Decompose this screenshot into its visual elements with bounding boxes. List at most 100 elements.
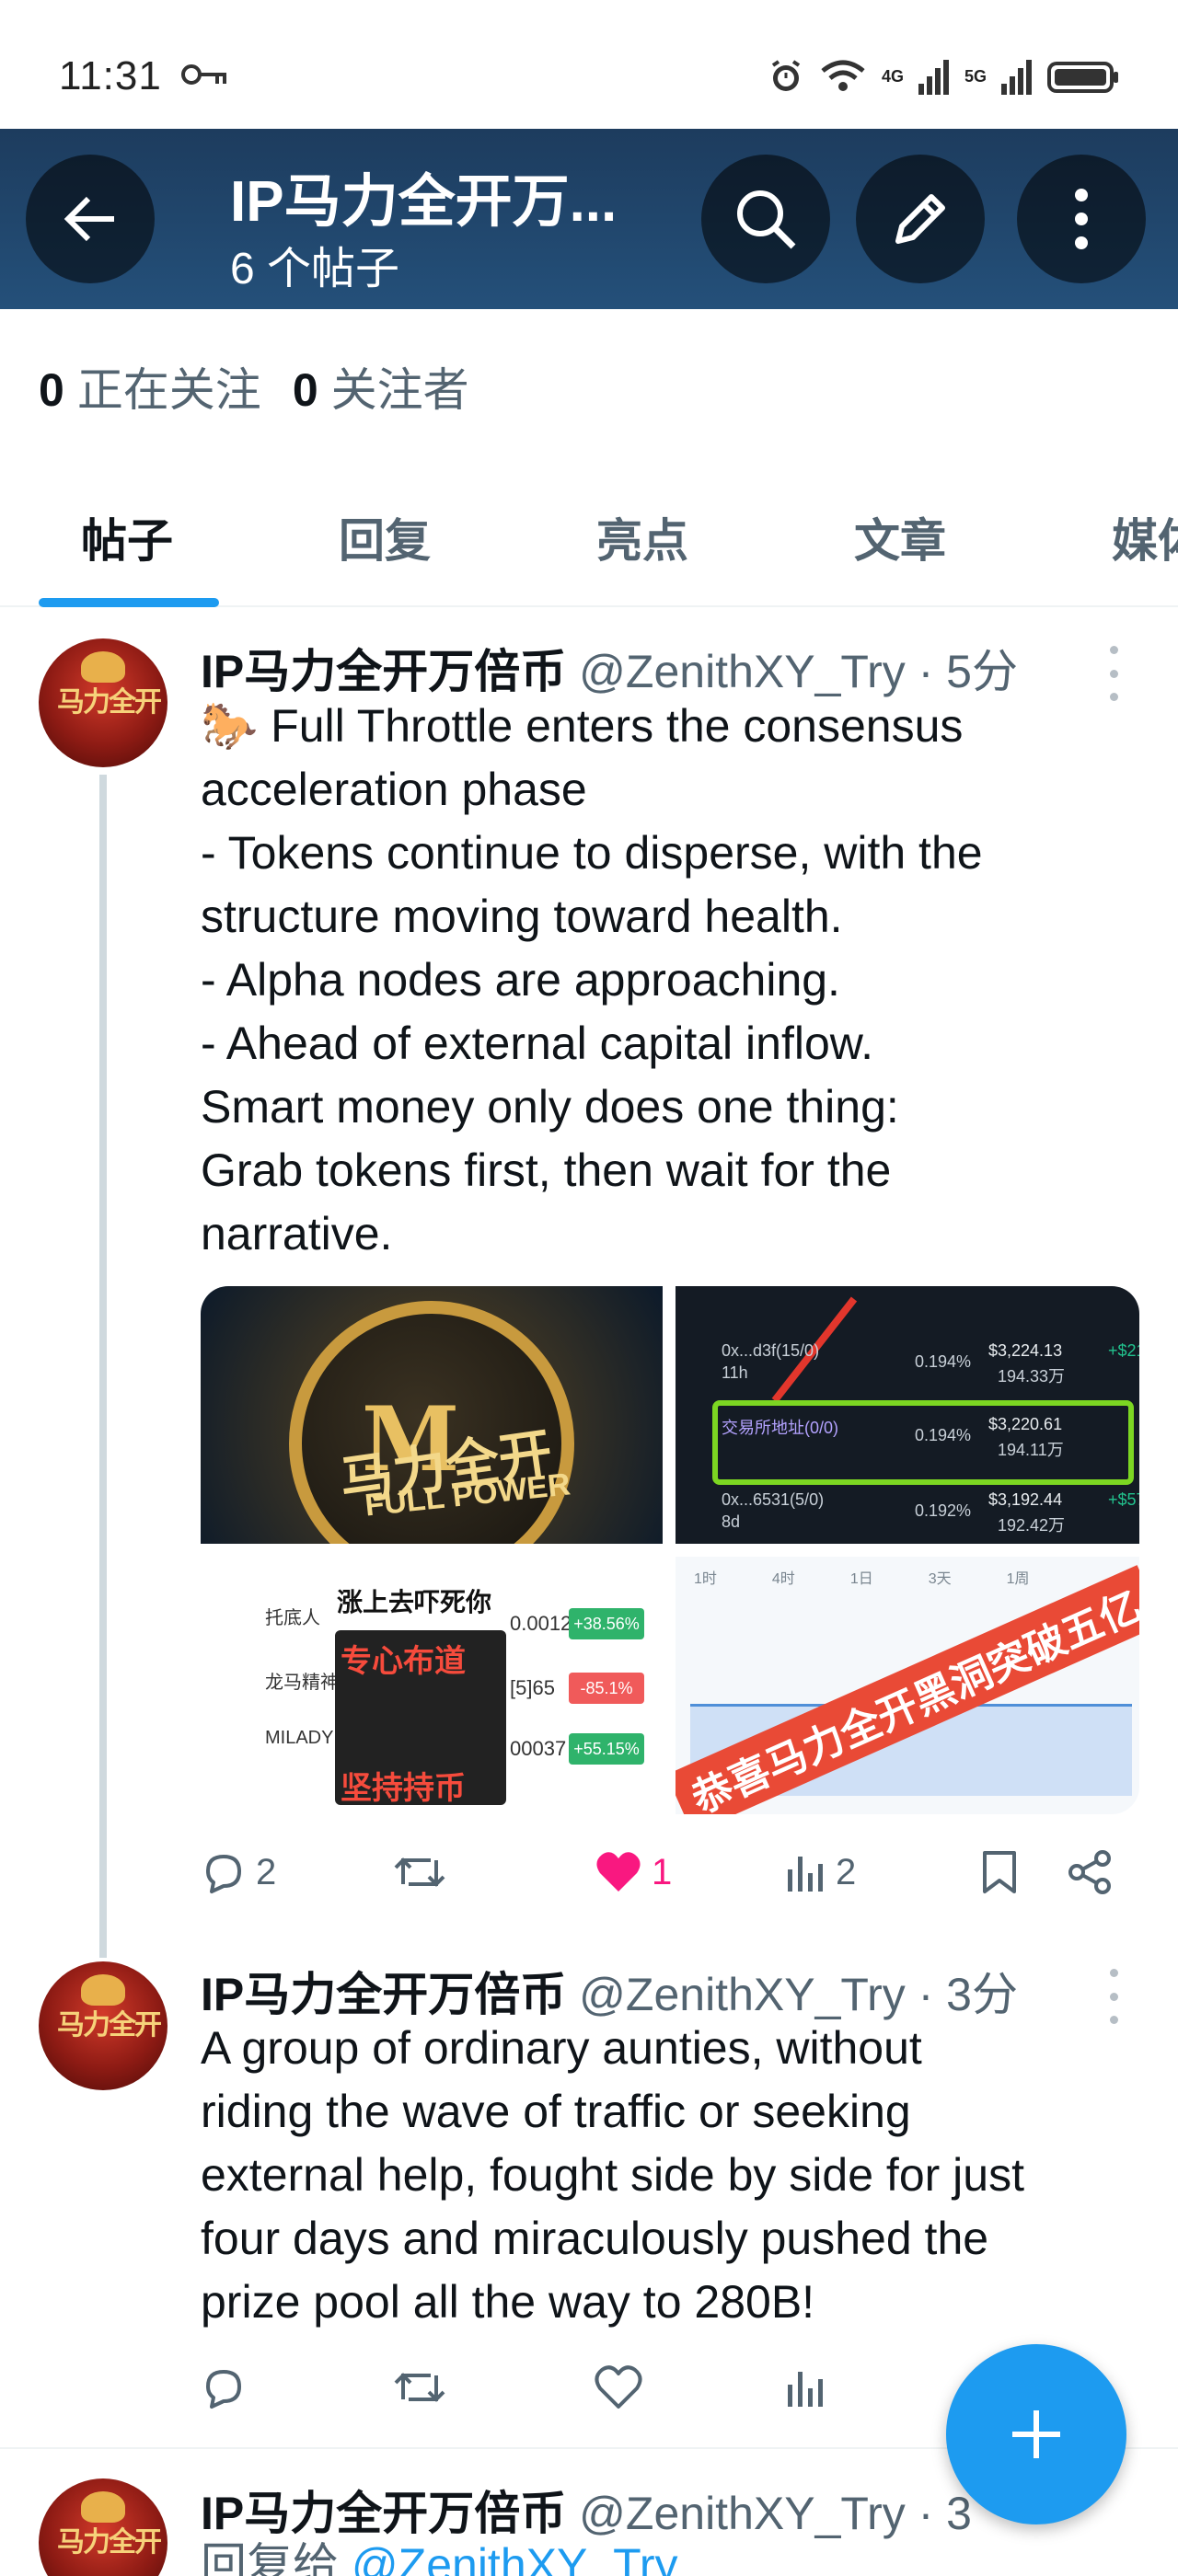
share-icon — [1068, 1850, 1111, 1894]
post-meta: IP马力全开万倍币 @ZenithXY_Try · 3分 — [201, 1958, 1018, 2024]
tab-media[interactable]: 媒体 — [1112, 504, 1178, 570]
pencil-icon — [895, 194, 945, 244]
author-name[interactable]: IP马力全开万倍币 — [201, 646, 566, 697]
horse-logo-icon — [81, 2491, 125, 2523]
post-time: · 3分 — [918, 1969, 1018, 2020]
reply-button[interactable] — [201, 2355, 247, 2420]
reply-to-label: 回复给 — [201, 2539, 339, 2576]
battery-icon — [1047, 58, 1121, 95]
repost-button[interactable] — [394, 1840, 445, 1904]
post-line: riding the wave of traffic or seeking — [201, 2086, 911, 2137]
signal-icon-2 — [1001, 58, 1033, 95]
more-options-button[interactable] — [1017, 155, 1146, 283]
sticker-caption: 涨上去吓死你 — [337, 1582, 492, 1619]
back-arrow-icon — [64, 196, 114, 242]
reply-to-handle-link[interactable]: @ZenithXY_Try — [352, 2539, 678, 2576]
views-button[interactable] — [786, 2355, 826, 2420]
repost-button[interactable] — [394, 2355, 445, 2420]
followers-count: 0 — [292, 364, 318, 416]
post-line: external help, fought side by side for j… — [201, 2149, 1024, 2201]
media-image-token-list[interactable]: 托底人 0.0012 +38.56% 龙马精神 [5]65 -85.1% MIL… — [201, 1557, 663, 1814]
holder-chg: +$21 — [1108, 1341, 1139, 1360]
avatar[interactable]: 马力全开 — [39, 638, 167, 767]
thread-line — [99, 775, 107, 1958]
more-vertical-icon — [1075, 189, 1088, 249]
avatar[interactable]: 马力全开 — [39, 1961, 167, 2090]
wifi-icon — [819, 58, 867, 95]
holder-sub: 194.33万 — [998, 1367, 1066, 1386]
search-icon — [737, 190, 796, 249]
tab-posts[interactable]: 帖子 — [81, 504, 173, 570]
active-tab-indicator — [39, 598, 219, 607]
signal-icon — [918, 58, 950, 95]
post-text: 🐎 Full Throttle enters the consensus acc… — [201, 695, 1130, 1266]
bookmark-button[interactable] — [981, 1840, 1018, 1904]
reply-to-line: 回复给 @ZenithXY_Try — [201, 2528, 677, 2576]
token-change: +55.15% — [569, 1733, 644, 1765]
post-line: - Tokens continue to disperse, with the — [201, 827, 983, 879]
reply-count: 2 — [256, 1851, 277, 1892]
tab-replies[interactable]: 回复 — [339, 504, 431, 570]
holder-pct: 0.192% — [915, 1501, 972, 1520]
media-image-holders[interactable]: 0x...d3f(15/0) 11h 0.194% $3,224.13 194.… — [676, 1286, 1139, 1544]
author-name[interactable]: IP马力全开万倍币 — [201, 1969, 566, 2020]
reply-button[interactable]: 2 — [201, 1840, 276, 1904]
views-button[interactable]: 2 — [786, 1840, 856, 1904]
status-bar: 11:31 4G 5G — [0, 0, 1178, 129]
views-chart-icon — [788, 2372, 823, 2407]
like-button[interactable]: 1 — [595, 1840, 672, 1904]
status-time: 11:31 — [59, 53, 162, 98]
media-grid: M 马力全开 FULL POWER 0x...d3f(15/0) 11h 0.1… — [201, 1286, 1139, 1814]
following-count: 0 — [39, 364, 64, 416]
following-label: 正在关注 — [76, 364, 261, 416]
holder-age: 11h — [722, 1363, 748, 1382]
page-title: IP马力全开万... — [230, 170, 618, 234]
tab-articles[interactable]: 文章 — [854, 504, 946, 570]
chart-tab: 1时 — [694, 1571, 717, 1587]
token-change: +38.56% — [569, 1608, 644, 1639]
share-button[interactable] — [1068, 1840, 1114, 1904]
holder-usd: $3,220.61 — [988, 1415, 1063, 1433]
like-button[interactable] — [595, 2355, 642, 2420]
back-button[interactable] — [26, 155, 155, 283]
reply-icon — [206, 2370, 241, 2409]
post-more-icon[interactable] — [1103, 1969, 1125, 2024]
followers-link[interactable]: 0 关注者 — [293, 353, 469, 420]
following-link[interactable]: 0 正在关注 — [39, 353, 261, 420]
post-count: 6 个帖子 — [230, 245, 400, 293]
holder-usd: $3,192.44 — [988, 1490, 1063, 1509]
media-image-coin[interactable]: M 马力全开 FULL POWER — [201, 1286, 663, 1544]
author-handle[interactable]: @ZenithXY_Try — [579, 1969, 906, 2020]
follow-stats: 0 正在关注 0 关注者 — [39, 353, 469, 420]
post-line: four days and miraculously pushed the — [201, 2213, 989, 2264]
views-chart-icon — [788, 1857, 823, 1892]
heart-filled-icon — [596, 1852, 641, 1892]
sticker-top-text: 专心布道 — [341, 1644, 466, 1679]
profile-header: IP马力全开万... 6 个帖子 — [0, 129, 1178, 309]
holder-pct: 0.194% — [915, 1352, 972, 1371]
search-button[interactable] — [701, 155, 830, 283]
post-more-icon[interactable] — [1103, 646, 1125, 701]
chart-tabs: 1时 4时 1日 3天 1周 — [694, 1566, 1030, 1588]
avatar[interactable]: 马力全开 — [39, 2478, 167, 2576]
chart-tab: 1周 — [1006, 1571, 1030, 1587]
author-handle[interactable]: @ZenithXY_Try — [579, 646, 906, 697]
holder-age: 8d — [722, 1512, 741, 1531]
horse-logo-icon — [81, 651, 125, 683]
post-meta: IP马力全开万倍币 @ZenithXY_Try · 5分 — [201, 635, 1018, 701]
holder-pct: 0.194% — [915, 1426, 972, 1444]
profile-tabs: 帖子 回复 亮点 文章 媒体 — [0, 478, 1178, 607]
post-line: narrative. — [201, 1208, 393, 1259]
tab-highlights[interactable]: 亮点 — [596, 504, 688, 570]
edit-button[interactable] — [856, 155, 985, 283]
post-line: structure moving toward health. — [201, 891, 843, 942]
compose-post-button[interactable] — [946, 2344, 1126, 2524]
post-time: · 3 — [918, 2488, 972, 2539]
media-image-chart[interactable]: 1时 4时 1日 3天 1周 恭喜马力全开黑洞突破五亿 — [676, 1557, 1139, 1814]
token-value: 00037 — [510, 1737, 567, 1760]
holder-chg: +$57 — [1108, 1490, 1139, 1509]
followers-label: 关注者 — [330, 364, 469, 416]
alarm-icon — [768, 58, 804, 95]
repost-icon — [394, 2373, 445, 2402]
chart-tab: 1日 — [849, 1571, 873, 1587]
